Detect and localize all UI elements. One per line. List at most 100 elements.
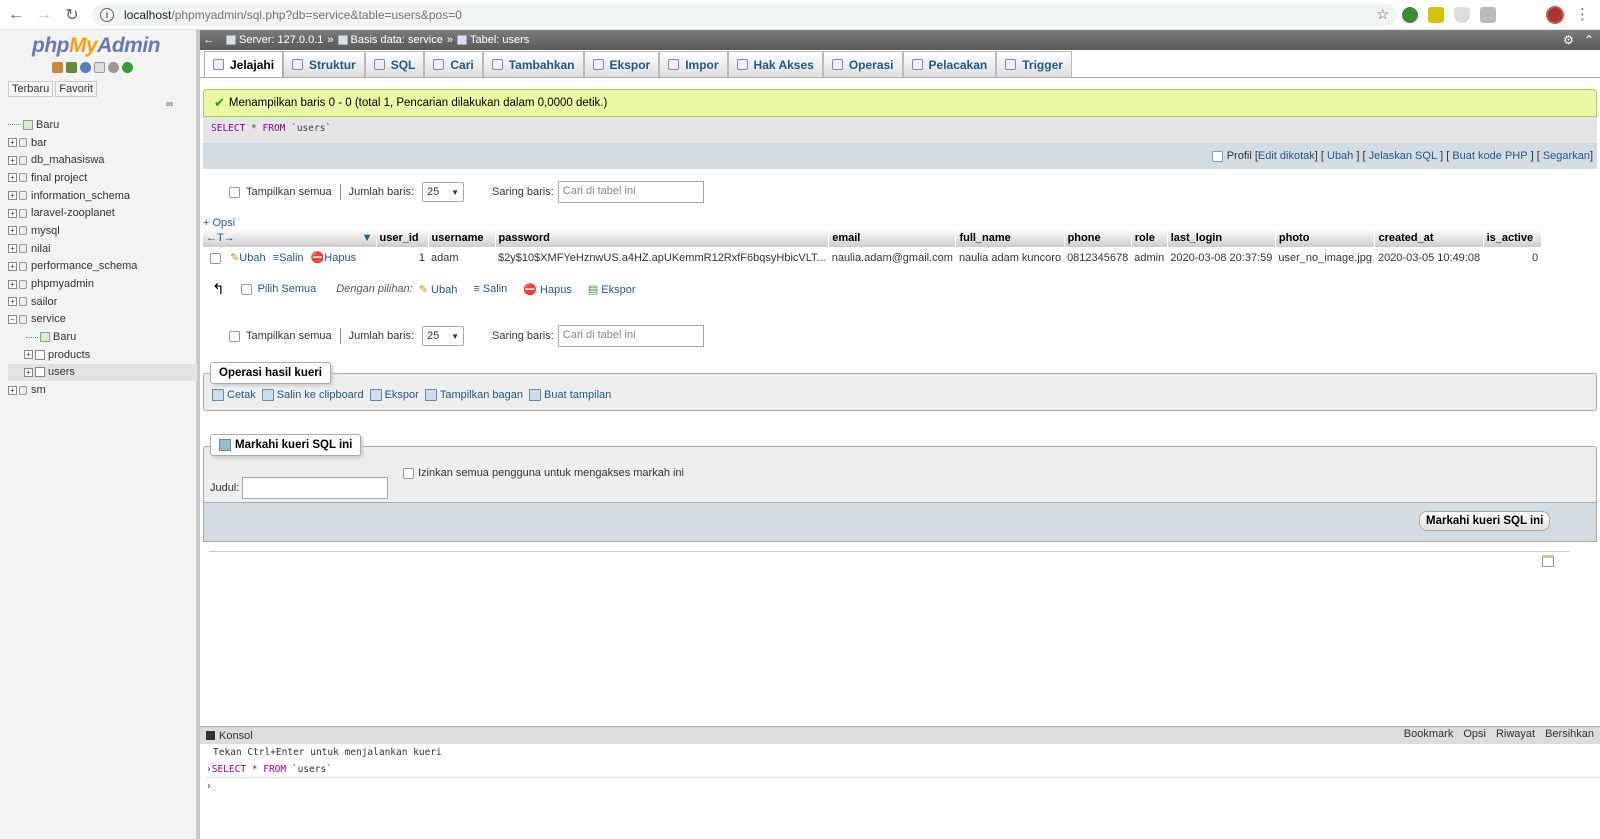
tree-item-service[interactable]: − service <box>8 311 198 329</box>
console-query-line[interactable]: › SELECT * FROM `users` <box>206 761 1600 778</box>
tab-tracking[interactable]: Pelacakan <box>902 51 997 77</box>
collapse-icon[interactable]: − <box>8 314 17 324</box>
settings-icon[interactable] <box>108 62 119 73</box>
row-edit-link[interactable]: ✎Ubah <box>230 252 266 264</box>
tree-item-phpmyadmin[interactable]: + phpmyadmin <box>8 275 198 293</box>
column-header[interactable]: user_id <box>376 229 429 247</box>
help-icon[interactable] <box>80 62 91 73</box>
filter-rows-input[interactable]: Cari di tabel ini <box>557 181 704 203</box>
expand-icon[interactable]: + <box>8 226 17 236</box>
tree-item-bar[interactable]: + bar <box>8 134 198 152</box>
console-clear-link[interactable]: Bersihkan <box>1545 728 1594 740</box>
tab-export[interactable]: Ekspor <box>583 51 660 77</box>
select-all-checkbox[interactable] <box>240 283 252 295</box>
tree-item-new[interactable]: Baru <box>8 116 198 134</box>
tree-item-mysql[interactable]: + mysql <box>8 222 198 240</box>
column-header[interactable]: last_login <box>1167 229 1276 247</box>
options-link[interactable]: + Opsi <box>203 217 235 229</box>
logout-icon[interactable] <box>66 62 77 73</box>
tree-item-sm[interactable]: + sm <box>8 381 198 399</box>
tree-item-performance-schema[interactable]: + performance_schema <box>8 258 198 276</box>
cell-role[interactable]: admin <box>1131 247 1168 268</box>
cell-full-name[interactable]: naulia adam kuncoro <box>955 247 1065 268</box>
column-header[interactable]: role <box>1131 229 1168 247</box>
column-header[interactable]: phone <box>1064 229 1132 247</box>
expand-icon[interactable]: + <box>8 261 17 271</box>
nav-resizer[interactable] <box>197 30 200 839</box>
bulk-export-button[interactable]: ▤ Ekspor <box>588 283 636 296</box>
column-header[interactable]: is_active <box>1483 229 1542 247</box>
tab-search[interactable]: Cari <box>424 51 483 77</box>
tab-favorite[interactable]: Favorit <box>55 81 97 97</box>
expand-icon[interactable]: + <box>8 244 17 254</box>
reload-icon[interactable]: ↻ <box>60 3 84 27</box>
cell-is-active[interactable]: 0 <box>1483 247 1542 268</box>
tab-recent[interactable]: Terbaru <box>8 81 54 97</box>
column-header[interactable]: full_name <box>955 229 1065 247</box>
bulk-edit-button[interactable]: ✎ Ubah <box>419 283 458 296</box>
cell-created-at[interactable]: 2020-03-05 10:49:08 <box>1374 247 1484 268</box>
show-all-checkbox[interactable] <box>229 186 240 198</box>
create-view-link[interactable]: Buat tampilan <box>529 389 611 401</box>
column-header[interactable]: photo <box>1275 229 1376 247</box>
column-header[interactable]: email <box>828 229 957 247</box>
phpmyadmin-logo[interactable]: phpMyAdmin <box>32 34 160 58</box>
expand-icon[interactable]: + <box>8 138 17 148</box>
link-chain-icon[interactable]: ∞ <box>166 99 173 110</box>
bookmark-title-input[interactable] <box>242 477 388 499</box>
collapse-nav-icon[interactable]: ← <box>202 34 216 46</box>
expand-icon[interactable]: + <box>8 173 17 183</box>
info-icon[interactable]: i <box>100 8 114 22</box>
expand-icon[interactable]: + <box>8 208 17 218</box>
reload-nav-icon[interactable] <box>122 62 133 73</box>
cell-email[interactable]: naulia.adam@gmail.com <box>828 247 956 268</box>
edit-inline-link[interactable]: Edit dikotak <box>1258 150 1315 162</box>
tree-item-information-schema[interactable]: + information_schema <box>8 187 198 205</box>
camera-icon[interactable] <box>1480 7 1496 23</box>
extension-icon[interactable] <box>1402 7 1418 23</box>
tree-item-products[interactable]: + products <box>8 346 198 364</box>
extension-icon[interactable] <box>1428 7 1444 23</box>
tab-operations[interactable]: Operasi <box>822 51 903 77</box>
bulk-copy-button[interactable]: ≡ Salin <box>473 283 507 295</box>
explain-sql-link[interactable]: Jelaskan SQL <box>1369 150 1437 162</box>
breadcrumb-table[interactable]: Tabel: users <box>456 34 529 46</box>
cell-user-id[interactable]: 1 <box>376 247 428 268</box>
refresh-link[interactable]: Segarkan <box>1543 150 1590 162</box>
sort-dropdown-icon[interactable]: ▼ <box>362 232 373 244</box>
forward-icon[interactable]: → <box>32 3 56 27</box>
cell-photo[interactable]: user_no_image.jpg <box>1275 247 1375 268</box>
tree-item-laravel-zooplanet[interactable]: + laravel-zooplanet <box>8 204 198 222</box>
column-header[interactable]: password <box>495 229 830 247</box>
console-history-link[interactable]: Riwayat <box>1496 728 1535 740</box>
expand-icon[interactable]: + <box>8 279 17 289</box>
tree-item-sailor[interactable]: + sailor <box>8 293 198 311</box>
tree-item-new-table[interactable]: Baru <box>8 328 198 346</box>
console-toggle-icon[interactable] <box>206 731 215 740</box>
column-header[interactable]: username <box>428 229 496 247</box>
console-bookmark-link[interactable]: Bookmark <box>1404 728 1454 740</box>
expand-icon[interactable]: + <box>8 191 17 201</box>
bookmark-submit-button[interactable]: Markahi kueri SQL ini <box>1419 511 1551 531</box>
tab-insert[interactable]: Tambahkan <box>482 51 584 77</box>
back-icon[interactable]: ← <box>4 3 28 27</box>
allow-all-users-checkbox[interactable] <box>403 468 414 479</box>
rows-select[interactable]: 25 ▼ <box>422 182 465 202</box>
tree-item-nilai[interactable]: + nilai <box>8 240 198 258</box>
tab-import[interactable]: Impor <box>659 51 728 77</box>
expand-icon[interactable]: + <box>24 367 33 377</box>
show-all-checkbox[interactable] <box>229 330 240 342</box>
tab-structure[interactable]: Struktur <box>283 51 365 77</box>
scroll-to-top-icon[interactable] <box>1542 555 1554 567</box>
tab-browse[interactable]: Jelajahi <box>204 51 284 77</box>
edit-link[interactable]: Ubah <box>1327 150 1353 162</box>
extension-shield-icon[interactable] <box>1454 7 1470 23</box>
resize-arrows-icon[interactable]: ←T→ <box>206 232 235 244</box>
console-options-link[interactable]: Opsi <box>1463 728 1486 740</box>
expand-icon[interactable]: + <box>24 350 33 360</box>
bulk-delete-button[interactable]: ⛔ Hapus <box>523 283 572 296</box>
expand-icon[interactable]: + <box>8 155 17 165</box>
console-input[interactable]: › <box>206 778 1600 795</box>
tree-item-final-project[interactable]: + final project <box>8 169 198 187</box>
menu-dots-icon[interactable]: ⋮ <box>1575 5 1590 23</box>
